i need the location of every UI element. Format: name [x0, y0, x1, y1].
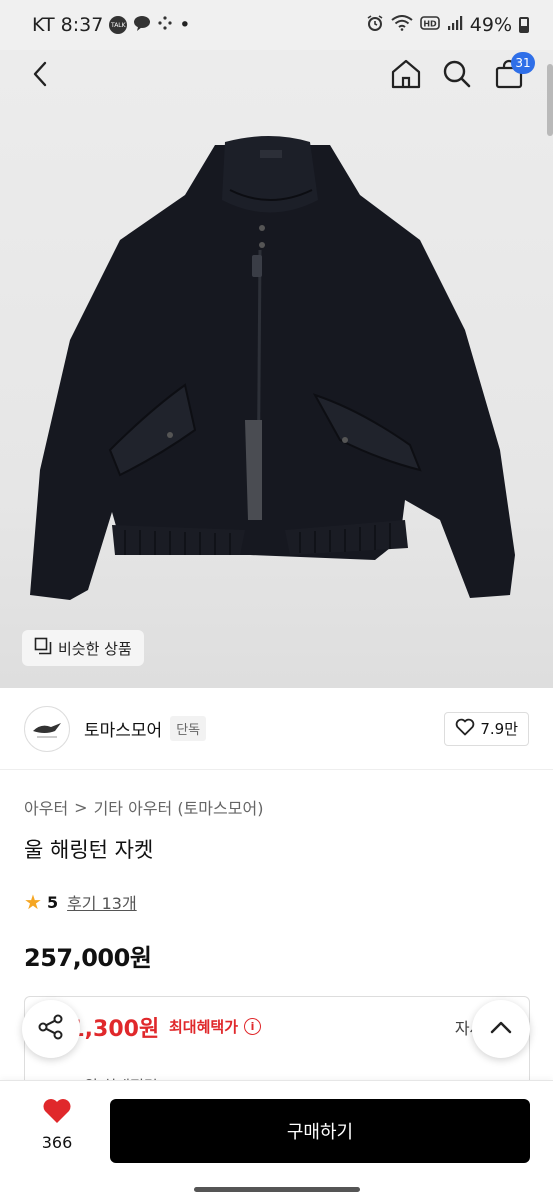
heart-icon [41, 1097, 73, 1129]
buy-button[interactable]: 구매하기 [110, 1099, 530, 1163]
similar-icon [34, 637, 52, 659]
dots-icon [157, 15, 173, 35]
wishlist-button[interactable]: 366 [24, 1097, 90, 1167]
status-right: HD 49% [366, 14, 529, 36]
wishlist-count: 366 [41, 1133, 73, 1152]
breadcrumb-separator: > [74, 797, 88, 817]
product-image[interactable]: 31 비슷한 상품 [0, 50, 553, 688]
share-button[interactable] [22, 1000, 80, 1058]
notification-dot: • [179, 14, 191, 36]
breadcrumb: 아우터 > 기타 아우터 (토마스모어) [24, 795, 263, 819]
breadcrumb-item-outer[interactable]: 아우터 [24, 795, 68, 819]
review-link[interactable]: 후기 13개 [67, 890, 137, 914]
chevron-up-icon [489, 1019, 513, 1039]
brand-like-count: 7.9만 [480, 720, 518, 738]
cart-button[interactable]: 31 [489, 52, 535, 96]
status-left: KT 8:37 TALK • [32, 14, 191, 36]
scrollbar-thumb[interactable] [547, 64, 553, 136]
seller-name[interactable]: 토마스모어 [84, 716, 162, 741]
top-nav: 31 [0, 50, 553, 104]
product-price: 257,000원 [24, 944, 152, 972]
alarm-icon [366, 14, 384, 36]
similar-products-label: 비슷한 상품 [58, 639, 132, 658]
rating-value: 5 [46, 892, 59, 912]
heart-outline-icon [455, 718, 475, 740]
seller-row: 토마스모어 단독 7.9만 [0, 688, 553, 770]
battery-icon [519, 17, 529, 33]
signal-icon [447, 15, 463, 35]
home-indicator[interactable] [194, 1187, 360, 1192]
search-icon [442, 59, 472, 93]
product-title: 울 해링턴 자켓 [24, 838, 154, 862]
kakaotalk-icon: TALK [109, 16, 128, 34]
jacket-photo [30, 136, 515, 600]
back-button[interactable] [20, 56, 60, 96]
similar-products-button[interactable]: 비슷한 상품 [22, 630, 144, 666]
chevron-left-icon [30, 60, 50, 92]
home-button[interactable] [386, 56, 426, 96]
brand-like-button[interactable]: 7.9만 [444, 711, 529, 746]
star-icon: ★ [24, 890, 42, 914]
status-bar: KT 8:37 TALK • HD 49% [0, 0, 553, 50]
share-icon [37, 1013, 65, 1045]
svg-text:HD: HD [423, 20, 437, 29]
hd-icon: HD [419, 15, 440, 35]
chat-icon [133, 15, 151, 35]
seller-logo[interactable] [24, 705, 70, 752]
home-icon [390, 58, 422, 94]
carrier-time: KT 8:37 [32, 14, 104, 36]
rating-row: ★ 5 후기 13개 [24, 890, 137, 914]
max-benefit-label: 최대혜택가 i [169, 1016, 262, 1037]
exclusive-badge: 단독 [170, 716, 207, 741]
battery-percent: 49% [469, 14, 512, 36]
info-icon[interactable]: i [244, 1018, 262, 1035]
cart-count-badge: 31 [511, 52, 535, 74]
bottom-action-bar: 366 구매하기 [0, 1080, 553, 1200]
wifi-icon [391, 15, 413, 35]
scroll-top-button[interactable] [472, 1000, 530, 1058]
search-button[interactable] [437, 56, 477, 96]
max-benefit-label-text: 최대혜택가 [169, 1018, 239, 1036]
breadcrumb-item-other-outer[interactable]: 기타 아우터 (토마스모어) [94, 795, 264, 819]
